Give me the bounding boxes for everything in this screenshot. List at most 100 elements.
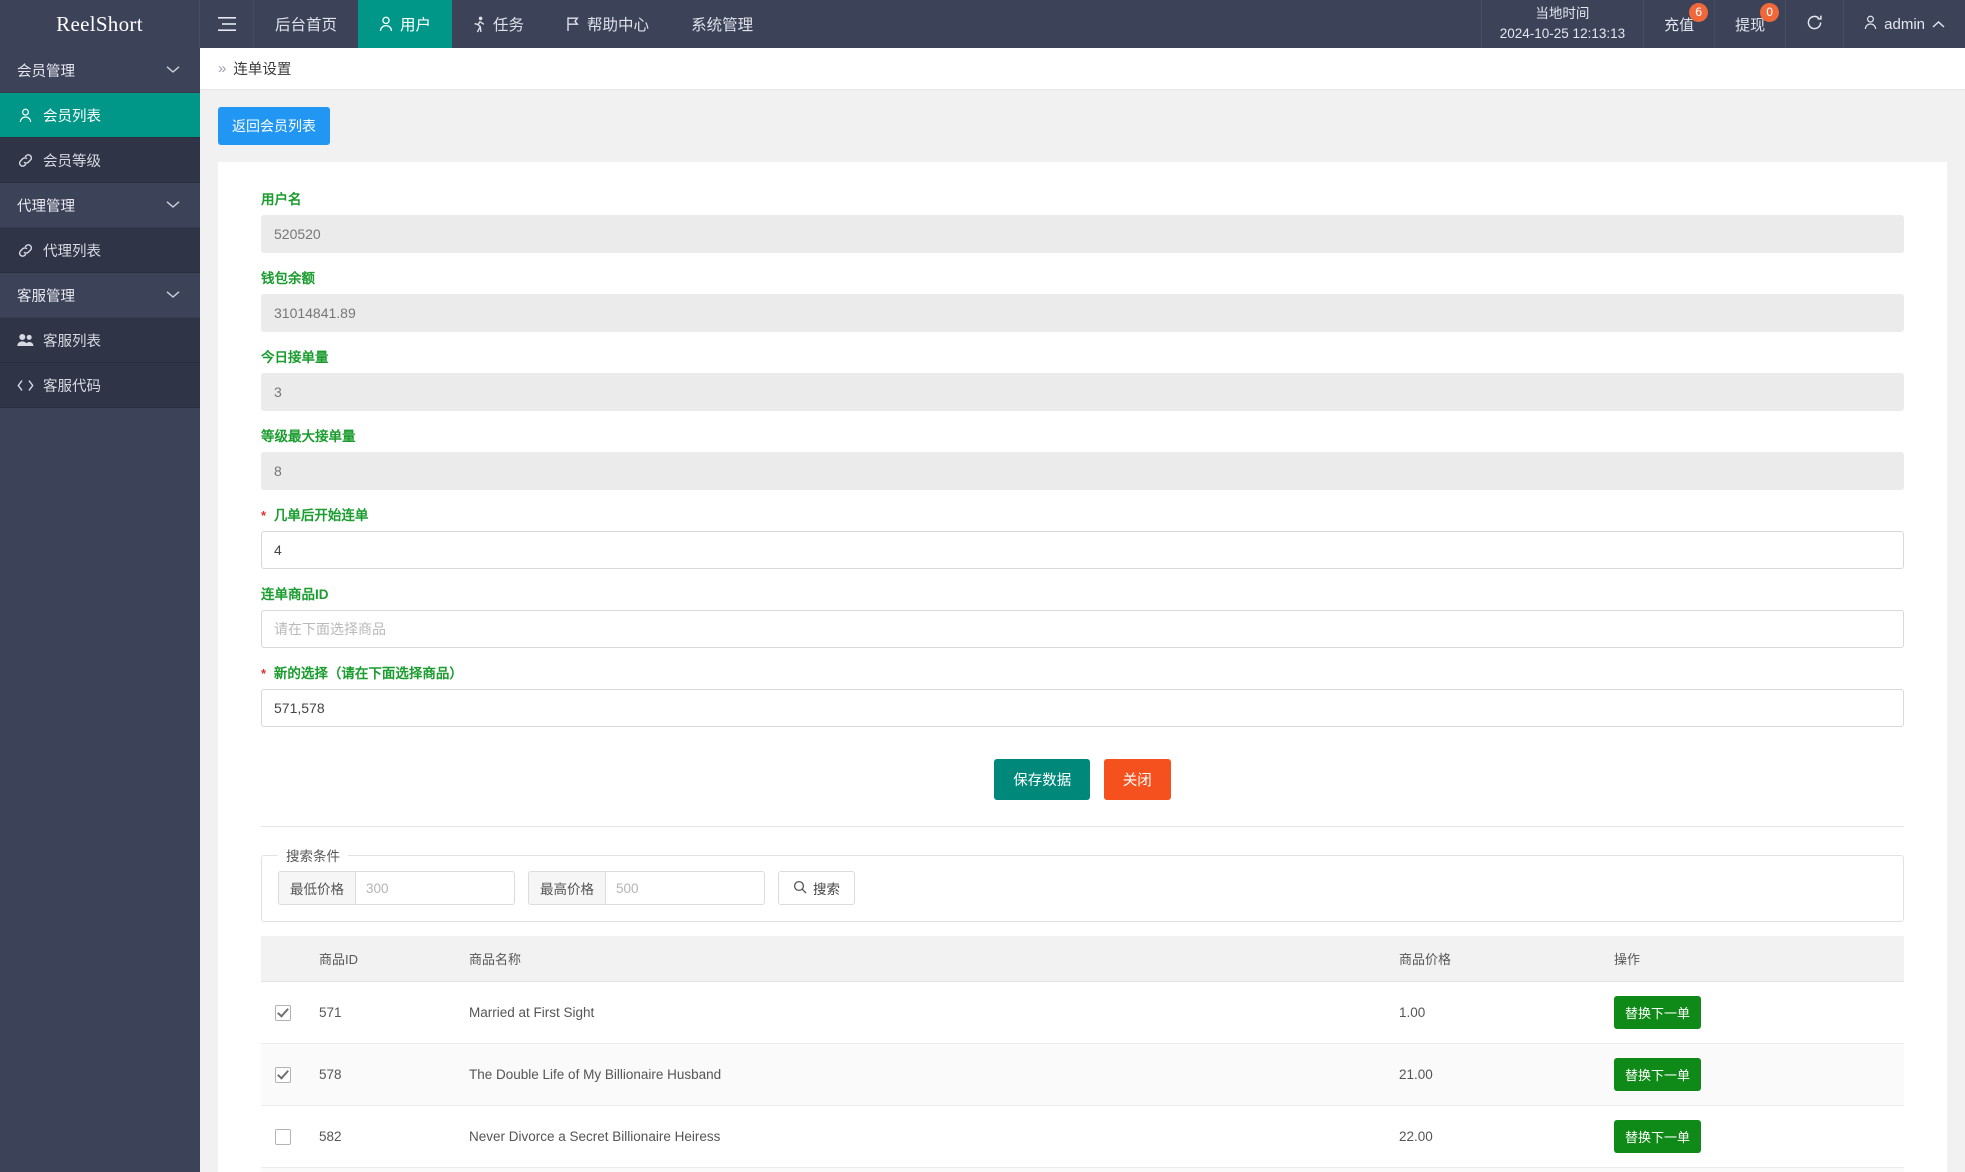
- form-action-bar: 保存数据 关闭: [261, 741, 1904, 826]
- refresh-icon: [1806, 14, 1823, 35]
- username-input[interactable]: [261, 215, 1904, 253]
- users-icon: [17, 333, 34, 347]
- table-row[interactable]: 571 Married at First Sight 1.00 替换下一单: [261, 981, 1904, 1044]
- max-price-input[interactable]: [605, 871, 765, 905]
- row-product-name: Never Divorce a Secret Billionaire Heire…: [459, 1105, 1389, 1168]
- field-new-selection: * 新的选择（请在下面选择商品）: [261, 662, 1904, 727]
- sidebar-item-label: 客服列表: [43, 333, 101, 350]
- table-row[interactable]: 578 The Double Life of My Billionaire Hu…: [261, 1043, 1904, 1106]
- column-select: [261, 936, 309, 982]
- combo-product-id-input[interactable]: [261, 610, 1904, 648]
- sidebar-item-member-list[interactable]: 会员列表: [0, 93, 200, 138]
- nav-item-system-management[interactable]: 系统管理: [670, 0, 774, 48]
- field-label: 今日接单量: [261, 346, 1904, 366]
- field-label: 等级最大接单量: [261, 425, 1904, 445]
- menu-collapse-icon: [217, 17, 236, 31]
- row-product-id: 578: [309, 1043, 459, 1106]
- row-product-price: 22.00: [1389, 1105, 1604, 1168]
- withdraw-button[interactable]: 提现 0: [1714, 0, 1785, 48]
- field-label-text: 等级最大接单量: [261, 429, 356, 444]
- recharge-button[interactable]: 充值 6: [1643, 0, 1714, 48]
- sidebar-item-member-level[interactable]: 会员等级: [0, 138, 200, 183]
- required-asterisk: *: [261, 666, 267, 681]
- sidebar-item-support-code[interactable]: 客服代码: [0, 363, 200, 408]
- replace-next-order-button[interactable]: 替换下一单: [1614, 1058, 1702, 1091]
- nav-item-task[interactable]: 任务: [452, 0, 545, 48]
- field-label: * 几单后开始连单: [261, 504, 1904, 524]
- field-label: 连单商品ID: [261, 583, 1904, 603]
- row-select-cell: [261, 1105, 309, 1168]
- user-icon: [1864, 15, 1877, 34]
- table-row[interactable]: 580 The CEO's Contract Wife 23.00 替换下一单: [261, 1167, 1904, 1172]
- search-button[interactable]: 搜索: [778, 871, 855, 905]
- products-table-body: 571 Married at First Sight 1.00 替换下一单 57…: [261, 981, 1904, 1172]
- sidebar-item-label: 会员列表: [43, 108, 101, 125]
- min-price-label: 最低价格: [278, 871, 355, 905]
- replace-next-order-button[interactable]: 替换下一单: [1614, 996, 1702, 1029]
- nav-item-label: 系统管理: [691, 17, 754, 34]
- sidebar-group-agent-management[interactable]: 代理管理: [0, 183, 200, 228]
- page-scroll-area[interactable]: 返回会员列表 用户名 钱包余额: [200, 90, 1965, 1172]
- top-navbar: ReelShort 后台首页 用户 任务 帮助中心 系统管理 当地时间 2024…: [0, 0, 1965, 48]
- brand-logo[interactable]: ReelShort: [0, 0, 200, 48]
- row-checkbox[interactable]: [275, 1004, 291, 1021]
- nav-item-label: 任务: [493, 17, 525, 34]
- row-select-cell: [261, 1043, 309, 1106]
- field-label-text: 钱包余额: [261, 271, 315, 286]
- chevron-up-icon: [1932, 16, 1945, 33]
- sidebar-toggle-button[interactable]: [200, 0, 254, 48]
- section-divider: [261, 826, 1904, 827]
- new-selection-input[interactable]: [261, 689, 1904, 727]
- return-to-member-list-button[interactable]: 返回会员列表: [218, 107, 330, 145]
- sidebar: 会员管理 会员列表 会员等级 代理管理 代理列表 客服管理 客服列表 客服代码: [0, 48, 200, 1172]
- sidebar-item-agent-list[interactable]: 代理列表: [0, 228, 200, 273]
- required-asterisk: *: [261, 508, 267, 523]
- local-time-label: 当地时间: [1535, 6, 1590, 22]
- sidebar-item-support-list[interactable]: 客服列表: [0, 318, 200, 363]
- min-price-input[interactable]: [355, 871, 515, 905]
- link-icon: [17, 243, 34, 258]
- user-icon: [17, 108, 34, 123]
- row-product-name: Married at First Sight: [459, 981, 1389, 1044]
- row-product-name: The Double Life of My Billionaire Husban…: [459, 1043, 1389, 1106]
- row-product-id: 580: [309, 1167, 459, 1172]
- table-header-row: 商品ID 商品名称 商品价格 操作: [261, 936, 1904, 982]
- page-title: 连单设置: [233, 62, 292, 78]
- orders-before-combo-input[interactable]: [261, 531, 1904, 569]
- column-product-price: 商品价格: [1389, 936, 1604, 982]
- save-button[interactable]: 保存数据: [994, 759, 1091, 800]
- today-order-count-input[interactable]: [261, 373, 1904, 411]
- chevron-down-icon: [166, 62, 180, 78]
- nav-item-help-center[interactable]: 帮助中心: [545, 0, 670, 48]
- level-max-order-count-input[interactable]: [261, 452, 1904, 490]
- table-row[interactable]: 582 Never Divorce a Secret Billionaire H…: [261, 1105, 1904, 1168]
- column-product-name: 商品名称: [459, 936, 1389, 982]
- nav-item-home[interactable]: 后台首页: [254, 0, 358, 48]
- nav-item-user[interactable]: 用户: [358, 0, 453, 48]
- user-menu-button[interactable]: admin: [1843, 0, 1965, 48]
- sidebar-group-label: 会员管理: [17, 63, 75, 80]
- link-icon: [17, 153, 34, 168]
- breadcrumb: » 连单设置: [200, 48, 1965, 90]
- row-checkbox[interactable]: [275, 1128, 291, 1145]
- sidebar-item-label: 代理列表: [43, 243, 101, 260]
- row-product-id: 571: [309, 981, 459, 1044]
- field-label-text: 连单商品ID: [261, 587, 329, 602]
- search-icon: [793, 880, 807, 897]
- top-nav-items: 后台首页 用户 任务 帮助中心 系统管理: [254, 0, 774, 48]
- walk-icon: [473, 16, 486, 33]
- column-product-id: 商品ID: [309, 936, 459, 982]
- sidebar-group-member-management[interactable]: 会员管理: [0, 48, 200, 93]
- sidebar-group-support-management[interactable]: 客服管理: [0, 273, 200, 318]
- wallet-balance-input[interactable]: [261, 294, 1904, 332]
- refresh-button[interactable]: [1785, 0, 1843, 48]
- close-button[interactable]: 关闭: [1103, 759, 1171, 800]
- replace-next-order-button[interactable]: 替换下一单: [1614, 1120, 1702, 1153]
- field-label: 钱包余额: [261, 267, 1904, 287]
- max-price-group: 最高价格: [528, 871, 765, 905]
- row-actions-cell: 替换下一单: [1604, 981, 1904, 1044]
- sidebar-group-label: 代理管理: [17, 198, 75, 215]
- chevron-down-icon: [166, 287, 180, 303]
- nav-item-label: 用户: [400, 17, 432, 34]
- row-checkbox[interactable]: [275, 1066, 291, 1083]
